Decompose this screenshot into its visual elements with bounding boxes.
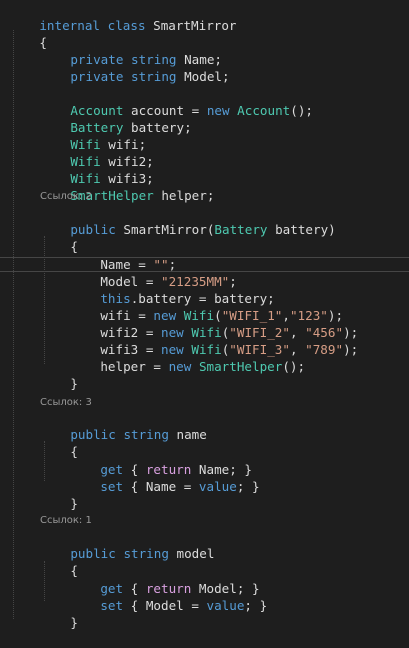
code-line-field-account[interactable]: Account account = new Account(); (40, 85, 313, 118)
code-line-setter-name[interactable]: set { Name = value; } (70, 461, 259, 494)
code-line-assign-battery[interactable]: this.battery = battery; (70, 273, 274, 306)
code-text: Model; (176, 69, 230, 84)
brace: } (70, 376, 78, 391)
code-line-constructor-open-brace[interactable]: { (40, 221, 78, 254)
codelens-references-model[interactable]: Ссылок: 1 (40, 514, 92, 528)
type-smarthelper: SmartHelper (198, 359, 283, 374)
type-battery: Battery (214, 222, 268, 237)
code-text: helper = (100, 359, 169, 374)
code-text: SmartMirror( (115, 222, 215, 237)
code-line-field-wifi3[interactable]: Wifi wifi3; (40, 153, 153, 186)
code-text: (); (290, 103, 313, 118)
code-line-field-battery[interactable]: Battery battery; (40, 102, 191, 135)
code-text: ); (343, 342, 359, 357)
code-line-property-model[interactable]: public string model (40, 528, 214, 561)
code-line-field-name[interactable]: private string Name; (40, 34, 222, 67)
keyword-set: set (100, 479, 124, 494)
code-text: { Model = (123, 598, 207, 613)
code-text: name (168, 427, 207, 442)
keyword-set: set (100, 598, 124, 613)
keyword-new: new (168, 359, 192, 374)
code-line-assign-wifi3[interactable]: wifi3 = new Wifi("WIFI_3", "789"); (70, 324, 358, 357)
code-line-assign-helper[interactable]: helper = new SmartHelper(); (70, 341, 305, 374)
string-literal: "789" (305, 342, 344, 357)
codelens-references-name[interactable]: Ссылок: 3 (40, 396, 92, 410)
code-line-property-name-close[interactable]: } (40, 478, 78, 511)
code-line-field-helper[interactable]: SmartHelper helper; (40, 170, 214, 203)
keyword-class: class (107, 18, 146, 33)
keyword-internal: internal (39, 18, 101, 33)
code-line-property-name-open[interactable]: { (40, 426, 78, 459)
code-line-property-name[interactable]: public string name (40, 409, 207, 442)
keyword-string: string (131, 69, 177, 84)
code-line-getter-model[interactable]: get { return Model; } (70, 563, 259, 596)
keyword-private: private (70, 69, 124, 84)
code-line-assign-model[interactable]: Model = "21235MM"; (70, 256, 237, 289)
keyword-value: value (198, 479, 237, 494)
code-line-getter-name[interactable]: get { return Name; } (70, 444, 252, 477)
indent-guide-class (13, 30, 14, 619)
code-line-class-open-brace[interactable]: { (9, 17, 47, 50)
code-line-field-wifi[interactable]: Wifi wifi; (40, 119, 146, 152)
code-line-constructor-close-brace[interactable]: } (40, 358, 78, 391)
keyword-new: new (206, 103, 230, 118)
code-line-property-model-close[interactable]: } (40, 597, 78, 630)
code-line-setter-model[interactable]: set { Model = value; } (70, 580, 267, 613)
brace: } (70, 496, 78, 511)
code-text: { Name = (123, 479, 199, 494)
code-text: helper; (153, 188, 215, 203)
code-editor[interactable]: internal class SmartMirror { private str… (0, 0, 409, 630)
code-line-field-wifi2[interactable]: Wifi wifi2; (40, 136, 153, 169)
code-text: model (168, 546, 215, 561)
code-text: (); (282, 359, 306, 374)
code-text: battery) (267, 222, 336, 237)
codelens-references-ctor[interactable]: Ссылок: 2 (40, 190, 92, 204)
code-line-constructor-signature[interactable]: public SmartMirror(Battery battery) (40, 204, 335, 237)
keyword-string: string (123, 427, 169, 442)
code-line-assign-wifi2[interactable]: wifi2 = new Wifi("WIFI_2", "456"); (70, 307, 358, 340)
code-line-property-model-open[interactable]: { (40, 545, 78, 578)
code-text: ; } (236, 479, 260, 494)
code-text: ; } (244, 598, 268, 613)
keyword-value: value (206, 598, 245, 613)
keyword-string: string (123, 546, 169, 561)
code-line-field-model[interactable]: private string Model; (40, 51, 229, 84)
type-account: Account (237, 103, 291, 118)
code-line-class-declaration[interactable]: internal class SmartMirror (9, 0, 236, 33)
code-line-assign-wifi[interactable]: wifi = new Wifi("WIFI_1","123"); (70, 290, 343, 323)
code-line-assign-name[interactable]: Name = ""; (70, 239, 176, 272)
class-name: SmartMirror (145, 18, 237, 33)
